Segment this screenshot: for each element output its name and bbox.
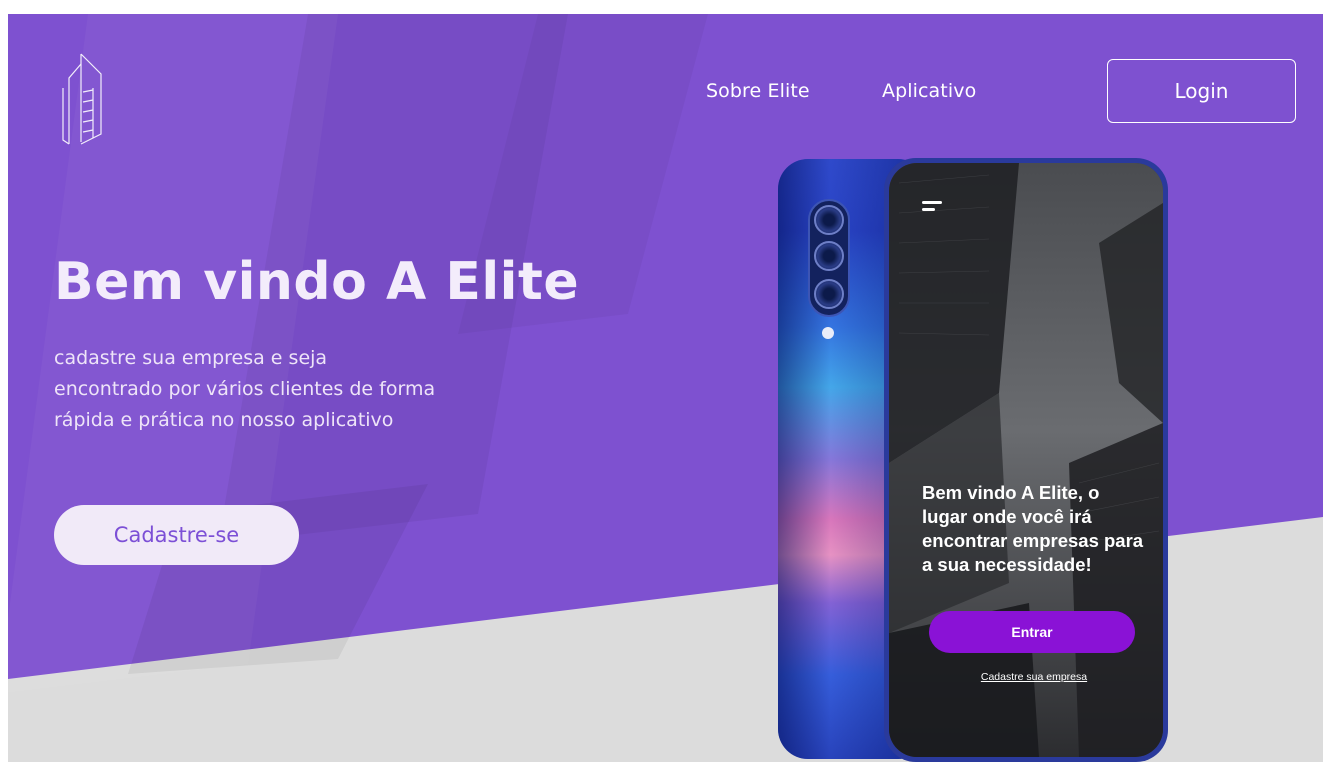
- entrar-button[interactable]: Entrar: [929, 611, 1135, 653]
- city-buildings-background: [889, 163, 1163, 757]
- hamburger-menu-icon[interactable]: [922, 201, 944, 215]
- phone-headline-line: lugar onde você irá: [922, 506, 1092, 527]
- nav-aplicativo[interactable]: Aplicativo: [882, 80, 976, 102]
- camera-lens-icon: [814, 241, 844, 271]
- nav-sobre-elite[interactable]: Sobre Elite: [706, 80, 810, 102]
- camera-flash-icon: [822, 327, 834, 339]
- landing-page: Sobre Elite Aplicativo Login Bem vindo A…: [8, 14, 1323, 762]
- phone-headline-line: encontrar empresas para: [922, 530, 1144, 551]
- hero-subtitle-line: rápida e prática no nosso aplicativo: [54, 409, 394, 431]
- phone-headline-line: Bem vindo A Elite, o: [922, 482, 1100, 503]
- login-button[interactable]: Login: [1107, 59, 1296, 123]
- hero-title: Bem vindo A Elite: [54, 252, 580, 312]
- hero-subtitle-line: cadastre sua empresa e seja: [54, 347, 328, 369]
- phone-screen: Bem vindo A Elite, o lugar onde você irá…: [889, 163, 1163, 757]
- cadastre-se-button[interactable]: Cadastre-se: [54, 505, 299, 565]
- phone-headline-line: a sua necessidade!: [922, 554, 1092, 575]
- hero-subtitle-line: encontrado por vários clientes de forma: [54, 378, 436, 400]
- phone-front-mockup: Bem vindo A Elite, o lugar onde você irá…: [884, 158, 1168, 762]
- camera-lens-icon: [814, 205, 844, 235]
- phone-headline: Bem vindo A Elite, o lugar onde você irá…: [922, 481, 1162, 577]
- cadastre-sua-empresa-link[interactable]: Cadastre sua empresa: [889, 671, 1163, 683]
- hero-subtitle: cadastre sua empresa e seja encontrado p…: [54, 343, 514, 436]
- building-logo-icon[interactable]: [53, 52, 113, 148]
- camera-lens-icon: [814, 279, 844, 309]
